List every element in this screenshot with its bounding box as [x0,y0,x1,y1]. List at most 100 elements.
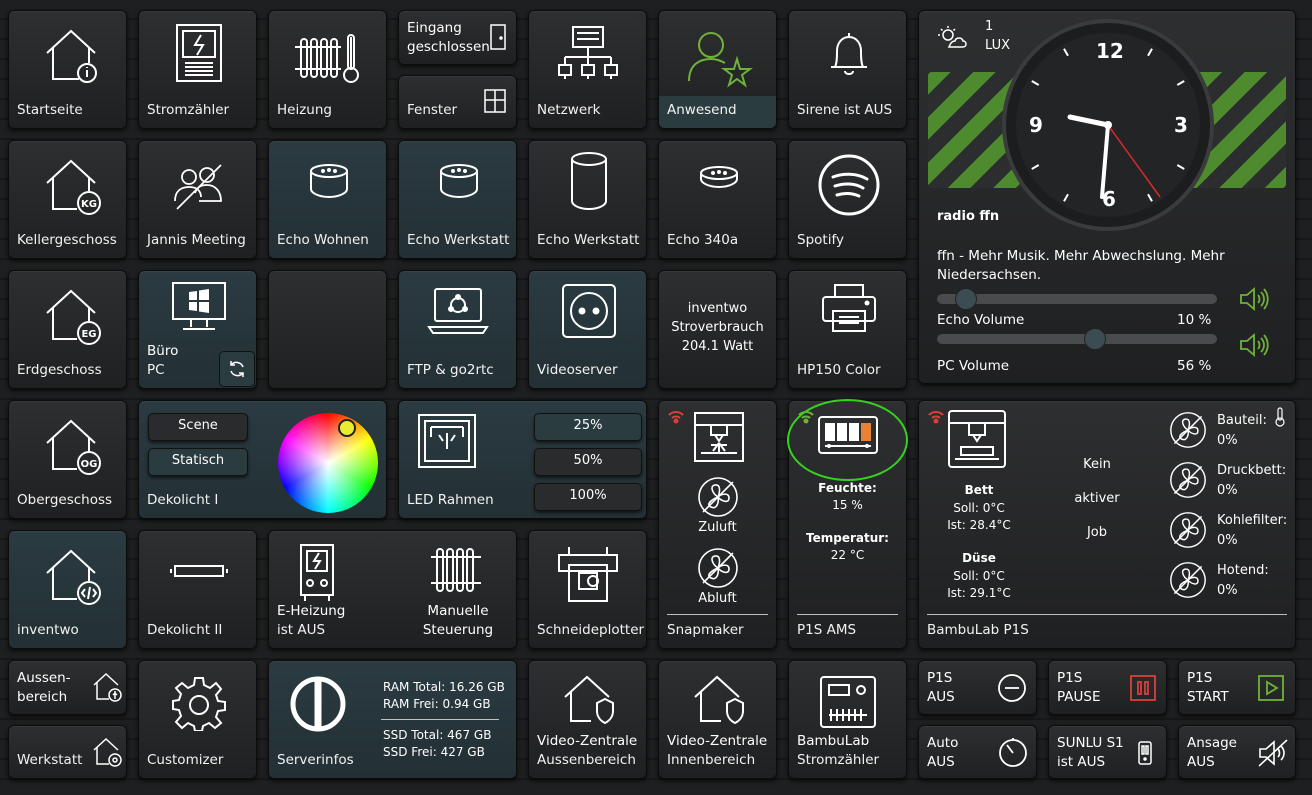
led-25-button[interactable]: 25% [534,413,642,441]
tile-label: P1S AMS [797,622,857,638]
tile-echo-werkstatt-2[interactable]: Echo Werkstatt [528,140,647,259]
tile-dekolicht-1[interactable]: Scene Statisch Dekolicht I [138,400,387,519]
zuluft-label: Zuluft [698,520,737,535]
divider [667,614,768,615]
tile-customizer[interactable]: Customizer [138,660,257,779]
led-100-button[interactable]: 100% [534,483,642,511]
radiator-icon [429,545,483,595]
color-wheel[interactable] [278,413,378,513]
hotend-label: Hotend: [1217,563,1269,578]
tile-erdgeschoss[interactable]: EG Erdgeschoss [8,270,127,389]
tile-snapmaker[interactable]: Zuluft Abluft Snapmaker [658,400,777,649]
tile-label: BambuLab P1S [927,622,1029,638]
bauteil-label: Bauteil: [1217,413,1267,428]
tile-label: HP150 Color [797,362,881,378]
tile-echo-wohnen[interactable]: Echo Wohnen [268,140,387,259]
tile-obergeschoss[interactable]: OG Obergeschoss [8,400,127,519]
tile-buero-pc[interactable]: Büro PC [138,270,257,389]
house-info-icon [41,25,101,85]
tile-aussenbereich[interactable]: Aussen- bereich [8,660,127,715]
hotend-value: 0% [1217,583,1238,598]
tile-bambulab-p1s[interactable]: Bett Soll: 0°C Ist: 28.4°C Düse Soll: 0°… [918,400,1296,649]
tile-p1s-aus[interactable]: P1S AUS [918,660,1037,715]
tile-label: Spotify [797,232,844,248]
job-line-2: aktiver [1074,491,1120,506]
color-picker-handle[interactable] [338,419,356,437]
tile-fenster[interactable]: Fenster [398,75,517,129]
tile-werkstatt[interactable]: Werkstatt [8,725,127,779]
tile-vz-aussen[interactable]: Video-Zentrale Aussenbereich [528,660,647,779]
tile-kellergeschoss[interactable]: KG Kellergeschoss [8,140,127,259]
echo-speaker-icon [569,151,609,211]
tile-p1s-ams[interactable]: Feuchte: 15 % Temperatur: 22 °C P1S AMS [787,399,908,649]
tile-anwesend[interactable]: Anwesend [658,10,777,129]
network-icon [557,25,619,85]
tile-ansage[interactable]: Ansage AUS [1178,725,1296,779]
scene-button[interactable]: Scene [148,413,248,441]
duese-soll: Soll: 0°C [953,569,1005,583]
tile-eingang[interactable]: Eingang geschlossen [398,10,517,65]
tile-hp150[interactable]: HP150 Color [788,270,907,389]
iobroker-logo-icon [287,673,349,735]
fan-off-icon [1169,561,1207,599]
tile-serverinfos[interactable]: RAM Total: 16.26 GB RAM Frei: 0.94 GB SS… [268,660,517,779]
tile-inventwo[interactable]: inventwo [8,530,127,649]
svg-text:KG: KG [81,199,97,210]
led-50-button[interactable]: 50% [534,448,642,476]
tile-spotify[interactable]: Spotify [788,140,907,259]
echo-volume-slider[interactable] [937,288,1217,310]
tile-echo-werkstatt-1[interactable]: Echo Werkstatt [398,140,517,259]
ssd-total: SSD Total: 467 GB [383,728,492,742]
house-code-icon [41,545,103,605]
tile-startseite[interactable]: Startseite [8,10,127,129]
tile-inventwo-strom[interactable]: inventwo Stroverbrauch 204.1 Watt [658,270,777,389]
radiator-thermometer-icon [293,33,365,83]
tile-sunlu[interactable]: SUNLU S1 ist AUS [1048,725,1167,779]
speaker-icon[interactable] [1239,286,1269,312]
vz-innen-line-1: Video-Zentrale [667,733,768,749]
statisch-button[interactable]: Statisch [148,448,248,476]
thermometer-icon [1274,407,1286,427]
tile-vz-innen[interactable]: Video-Zentrale Innenbereich [658,660,777,779]
tile-videoserver[interactable]: Videoserver [528,270,647,389]
bett-label: Bett [964,483,994,497]
p1s-pause-line-1: P1S [1057,670,1083,686]
tile-echo-340a[interactable]: Echo 340a [658,140,777,259]
tile-p1s-pause[interactable]: P1S PAUSE [1048,660,1167,715]
tile-netzwerk[interactable]: Netzwerk [528,10,647,129]
p1s-aus-line-2: AUS [927,689,955,705]
tile-ftp[interactable]: FTP & go2rtc [398,270,517,389]
led-tube-icon [169,563,229,579]
tile-p1s-start[interactable]: P1S START [1178,660,1296,715]
tile-sirene[interactable]: Sirene ist AUS [788,10,907,129]
druckbett-value: 0% [1217,483,1238,498]
refresh-button[interactable] [219,351,255,387]
tile-led-rahmen[interactable]: 25% 50% 100% LED Rahmen [398,400,647,519]
lux-value: 1 [985,19,994,34]
printer-icon [821,283,877,333]
tile-stromzaehler[interactable]: Stromzähler [138,10,257,129]
tile-label: Dekolicht II [147,622,223,638]
house-shield-icon [691,673,747,725]
p1s-aus-line-1: P1S [927,670,953,686]
echo-dot-icon [307,163,351,199]
tile-heizung[interactable]: Heizung [268,10,387,129]
tile-label: Obergeschoss [17,492,113,508]
tile-label: Werkstatt [17,752,83,768]
tile-label: PC [147,362,165,378]
speaker-muted-icon [1257,738,1289,768]
tile-dekolicht-2[interactable]: Dekolicht II [138,530,257,649]
weather-sun-cloud-icon [937,25,969,49]
speaker-icon[interactable] [1239,332,1269,358]
pc-volume-knob[interactable] [1083,328,1106,350]
pc-volume-slider[interactable] [937,328,1217,350]
tile-label: Customizer [147,752,224,768]
tile-bambu-strom[interactable]: BambuLab Stromzähler [788,660,907,779]
tile-schneideplotter[interactable]: Schneideplotter [528,530,647,649]
plotter-icon [557,545,619,603]
tile-e-heizung[interactable]: E-Heizung ist AUS Manuelle Steuerung [268,530,517,649]
tile-auto-aus[interactable]: Auto AUS [918,725,1037,779]
tile-jannis-meeting[interactable]: Jannis Meeting [138,140,257,259]
echo-volume-knob[interactable] [955,288,977,310]
ram-frei: RAM Frei: 0.94 GB [383,697,491,711]
